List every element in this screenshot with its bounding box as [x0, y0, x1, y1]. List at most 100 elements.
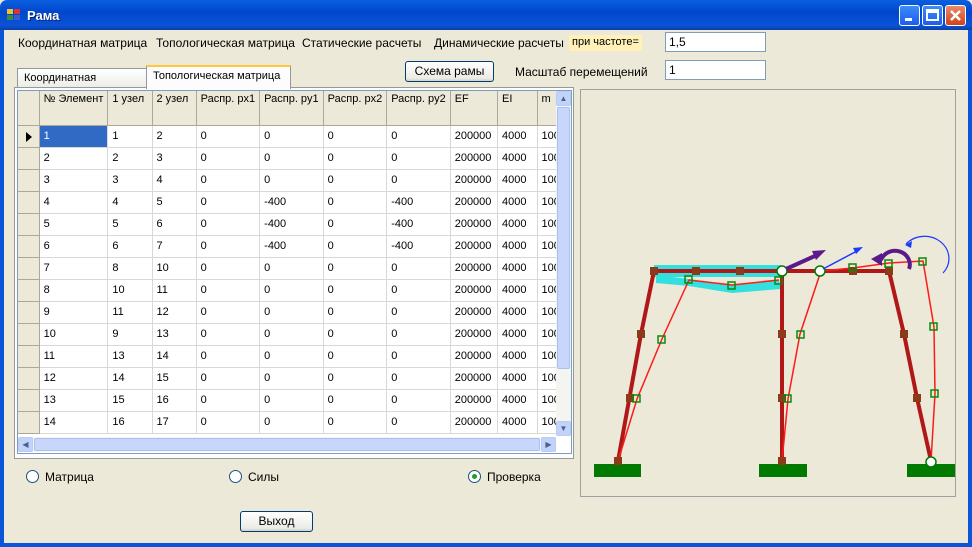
grid-cell[interactable]: 0 [386, 411, 451, 434]
grid-column-header[interactable]: EF [450, 91, 498, 126]
grid-cell[interactable]: 13 [152, 323, 197, 346]
menu-coordinate-matrix[interactable]: Координатная матрица [18, 36, 147, 50]
grid-cell[interactable]: 0 [259, 279, 324, 302]
grid-cell[interactable]: 0 [323, 301, 388, 324]
grid-cell[interactable]: 200000 [450, 411, 498, 434]
grid-cell[interactable]: 0 [196, 389, 261, 412]
grid-cell[interactable]: 17 [152, 411, 197, 434]
grid-cell[interactable]: 0 [323, 323, 388, 346]
grid-cell[interactable]: 5 [39, 213, 109, 236]
grid-cell[interactable]: 0 [323, 345, 388, 368]
grid-cell[interactable]: 200000 [450, 191, 498, 214]
horizontal-scrollbar[interactable]: ◀ ▶ [18, 437, 556, 452]
grid-cell[interactable]: 200000 [450, 323, 498, 346]
frame-diagram-canvas[interactable] [580, 89, 956, 497]
grid-column-header[interactable]: Распр. py1 [259, 91, 324, 126]
table-row[interactable]: 11 13 14 0 0 0 0 200000 4000 100 [18, 345, 571, 368]
grid-cell[interactable]: 3 [107, 169, 153, 192]
grid-cell[interactable]: 200000 [450, 147, 498, 170]
table-row[interactable]: 14 16 17 0 0 0 0 200000 4000 100 [18, 411, 571, 434]
grid-cell[interactable]: 0 [196, 147, 261, 170]
grid-cell[interactable]: 8 [39, 279, 109, 302]
menu-topology-matrix[interactable]: Топологическая матрица [156, 36, 295, 50]
row-header[interactable] [18, 257, 40, 280]
grid-cell[interactable]: 0 [196, 279, 261, 302]
grid-cell[interactable]: 3 [152, 147, 197, 170]
grid-cell[interactable]: 8 [107, 257, 153, 280]
grid-cell[interactable]: 0 [386, 345, 451, 368]
grid-cell[interactable]: -400 [386, 191, 451, 214]
scroll-left-icon[interactable]: ◀ [18, 437, 33, 452]
grid-cell[interactable]: 0 [323, 411, 388, 434]
grid-cell[interactable]: 0 [323, 279, 388, 302]
grid-cell[interactable]: 0 [259, 323, 324, 346]
menu-static-calculations[interactable]: Статические расчеты [302, 36, 421, 50]
table-row[interactable]: 8 10 11 0 0 0 0 200000 4000 100 [18, 279, 571, 302]
grid-cell[interactable]: 4000 [497, 367, 538, 390]
grid-cell[interactable]: 0 [323, 125, 388, 148]
grid-cell[interactable]: 4000 [497, 279, 538, 302]
grid-cell[interactable]: 200000 [450, 345, 498, 368]
grid-cell[interactable]: 16 [107, 411, 153, 434]
grid-cell[interactable]: 0 [323, 389, 388, 412]
grid-cell[interactable]: 4000 [497, 235, 538, 258]
grid-cell[interactable]: -400 [386, 213, 451, 236]
tab-topology-matrix[interactable]: Топологическая матрица [146, 65, 291, 89]
grid-cell[interactable]: 0 [386, 279, 451, 302]
grid-cell[interactable]: 0 [196, 411, 261, 434]
frame-scheme-button[interactable]: Схема рамы [405, 61, 494, 82]
grid-column-header[interactable]: 2 узел [152, 91, 197, 126]
grid-cell[interactable]: 2 [39, 147, 109, 170]
grid-cell[interactable]: 2 [152, 125, 197, 148]
vertical-scroll-thumb[interactable] [557, 107, 570, 369]
grid-cell[interactable]: 4 [152, 169, 197, 192]
grid-cell[interactable]: 13 [39, 389, 109, 412]
row-header[interactable] [18, 367, 40, 390]
table-row[interactable]: 5 5 6 0 -400 0 -400 200000 4000 100 [18, 213, 571, 236]
grid-cell[interactable]: 11 [152, 279, 197, 302]
grid-cell[interactable]: 0 [196, 257, 261, 280]
radio-check[interactable] [468, 470, 481, 483]
row-header[interactable] [18, 235, 40, 258]
grid-cell[interactable]: 200000 [450, 389, 498, 412]
grid-cell[interactable]: 4000 [497, 411, 538, 434]
grid-cell[interactable]: 11 [107, 301, 153, 324]
grid-cell[interactable]: 9 [107, 323, 153, 346]
grid-cell[interactable]: -400 [259, 191, 324, 214]
grid-cell[interactable]: 0 [323, 147, 388, 170]
grid-cell[interactable]: 0 [259, 125, 324, 148]
row-header[interactable] [18, 389, 40, 412]
grid-cell[interactable]: 4000 [497, 191, 538, 214]
table-row[interactable]: 12 14 15 0 0 0 0 200000 4000 100 [18, 367, 571, 390]
row-header[interactable] [18, 301, 40, 324]
horizontal-scroll-thumb[interactable] [34, 438, 540, 451]
grid-cell[interactable]: 14 [107, 367, 153, 390]
grid-cell[interactable]: 1 [107, 125, 153, 148]
grid-cell[interactable]: -400 [259, 213, 324, 236]
tab-coordinate-matrix[interactable]: Координатная матрица [17, 68, 147, 96]
grid-cell[interactable]: 0 [259, 389, 324, 412]
grid-cell[interactable]: 0 [386, 389, 451, 412]
grid-cell[interactable]: 4 [39, 191, 109, 214]
grid-column-header[interactable]: Распр. px2 [323, 91, 388, 126]
grid-cell[interactable]: 15 [107, 389, 153, 412]
grid-column-header[interactable]: № Элемент [39, 91, 109, 126]
scroll-up-icon[interactable]: ▲ [556, 91, 571, 106]
grid-cell[interactable]: 2 [107, 147, 153, 170]
minimize-button[interactable] [899, 5, 920, 26]
row-header[interactable] [18, 125, 40, 148]
grid-cell[interactable]: 14 [152, 345, 197, 368]
maximize-button[interactable] [922, 5, 943, 26]
grid-cell[interactable]: 1 [39, 125, 109, 148]
grid-column-header[interactable]: Распр. px1 [196, 91, 261, 126]
grid-cell[interactable]: 4000 [497, 125, 538, 148]
grid-cell[interactable]: 0 [196, 367, 261, 390]
row-header[interactable] [18, 345, 40, 368]
row-header[interactable] [18, 279, 40, 302]
menu-dynamic-calculations[interactable]: Динамические расчеты [434, 36, 564, 50]
grid-cell[interactable]: 4000 [497, 169, 538, 192]
grid-cell[interactable]: 0 [196, 169, 261, 192]
grid-cell[interactable]: 4000 [497, 213, 538, 236]
grid-cell[interactable]: 200000 [450, 235, 498, 258]
grid-cell[interactable]: 0 [386, 257, 451, 280]
